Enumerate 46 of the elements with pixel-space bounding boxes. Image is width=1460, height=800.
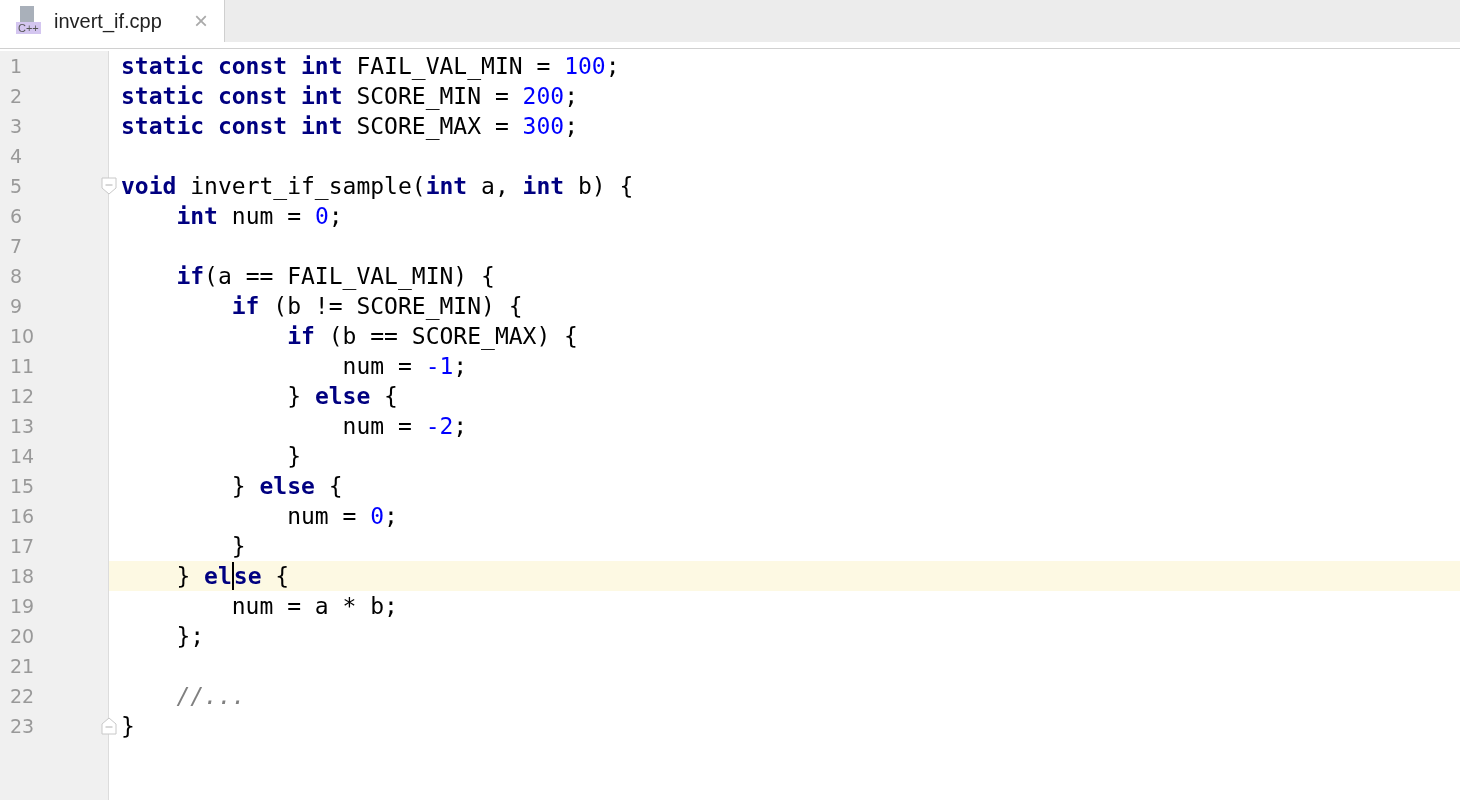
line-number: 17 bbox=[10, 535, 35, 557]
code-line: if(a == FAIL_VAL_MIN) { bbox=[175, 263, 495, 289]
code-line: int num = 0; bbox=[175, 203, 343, 229]
line-number: 4 bbox=[10, 145, 23, 167]
file-tab[interactable]: C++ invert_if.cpp × bbox=[0, 0, 225, 42]
line-number: 23 bbox=[10, 715, 35, 737]
line-number: 3 bbox=[10, 115, 23, 137]
code-line: //... bbox=[175, 683, 246, 709]
code-line: static const int SCORE_MIN = 200; bbox=[121, 83, 578, 109]
code-line: static const int SCORE_MAX = 300; bbox=[121, 113, 578, 139]
code-line: } else { bbox=[286, 383, 398, 409]
line-number: 12 bbox=[10, 385, 35, 407]
code-line: num = 0; bbox=[286, 503, 398, 529]
line-number: 13 bbox=[10, 415, 35, 437]
code-line: num = -1; bbox=[341, 353, 468, 379]
line-number: 19 bbox=[10, 595, 35, 617]
line-number: 16 bbox=[10, 505, 35, 527]
line-number: 2 bbox=[10, 85, 23, 107]
code-line: } else { bbox=[175, 562, 290, 590]
line-number: 15 bbox=[10, 475, 35, 497]
line-number: 5 bbox=[10, 175, 23, 197]
code-line: static const int FAIL_VAL_MIN = 100; bbox=[121, 53, 620, 79]
line-number: 7 bbox=[10, 235, 23, 257]
line-number: 14 bbox=[10, 445, 35, 467]
code-line: } else { bbox=[230, 473, 343, 499]
line-number: 18 bbox=[10, 565, 35, 587]
line-number: 8 bbox=[10, 265, 23, 287]
line-number: 20 bbox=[10, 625, 35, 647]
line-number: 11 bbox=[10, 355, 35, 377]
line-number: 6 bbox=[10, 205, 23, 227]
line-number: 10 bbox=[10, 325, 35, 347]
code-line: } bbox=[286, 443, 301, 469]
code-line: } bbox=[230, 533, 246, 559]
code-line: num = a * b; bbox=[230, 593, 398, 619]
fold-marker-icon[interactable] bbox=[101, 177, 117, 195]
code-line: num = -2; bbox=[341, 413, 468, 439]
code-line: void invert_if_sample(int a, int b) { bbox=[121, 173, 634, 199]
line-number: 21 bbox=[10, 655, 35, 677]
fold-marker-icon[interactable] bbox=[101, 717, 117, 735]
code-line: } bbox=[121, 713, 135, 739]
line-number: 1 bbox=[10, 55, 23, 77]
line-number: 22 bbox=[10, 685, 35, 707]
line-number: 9 bbox=[10, 295, 23, 317]
code-line: if (b != SCORE_MIN) { bbox=[230, 293, 523, 319]
code-line: if (b == SCORE_MAX) { bbox=[286, 323, 578, 349]
code-line: }; bbox=[175, 623, 205, 649]
